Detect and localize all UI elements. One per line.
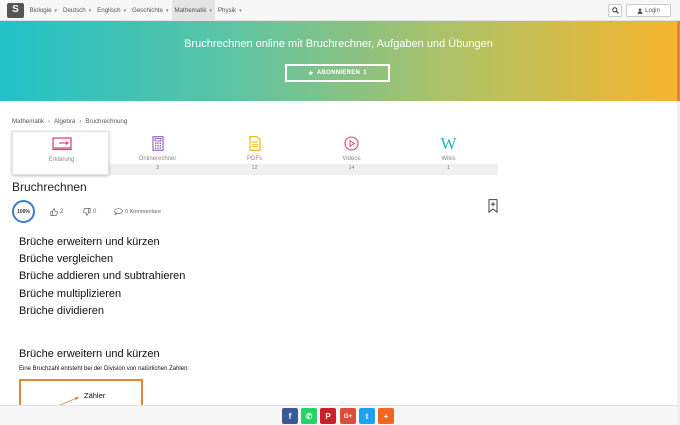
- subscribe-button[interactable]: ★ ABONNIEREN 1: [285, 64, 390, 82]
- page-title: Bruchrechnen: [12, 180, 87, 194]
- nav-item-label: Englisch: [97, 6, 121, 14]
- login-label: Login: [645, 7, 660, 14]
- chevron-right-icon: ›: [47, 118, 50, 125]
- tab-count: 14: [348, 165, 355, 171]
- nav-item-physik[interactable]: Physik ▼: [215, 0, 245, 21]
- document-icon: [206, 134, 303, 152]
- rating-badge: 100%: [12, 200, 35, 223]
- nav-item-englisch[interactable]: Englisch ▼: [95, 0, 130, 21]
- nav-item-label: Geschichte: [132, 6, 163, 14]
- comments-count: 0 Kommentare: [125, 208, 162, 215]
- bookmark-icon: [488, 199, 498, 214]
- user-icon: [637, 7, 643, 14]
- toc-link[interactable]: Brüche vergleichen: [19, 252, 185, 269]
- site-logo[interactable]: S: [7, 2, 24, 18]
- hero-banner: Bruchrechnen online mit Bruchrechner, Au…: [0, 21, 677, 101]
- figure-label: Zähler: [84, 391, 106, 400]
- calculator-icon: [109, 134, 206, 152]
- section-paragraph: Eine Bruchzahl entsteht bei der Division…: [19, 366, 190, 372]
- like-count: 2: [60, 209, 64, 215]
- breadcrumb-item[interactable]: Bruchrechnung: [85, 118, 127, 125]
- twitter-icon: t: [365, 411, 369, 421]
- caret-down-icon: ▼: [53, 7, 58, 13]
- tab-label: Onlinerechner: [138, 156, 177, 162]
- tab-count: 3: [155, 165, 160, 171]
- table-of-contents: Brüche erweitern und kürzen Brüche vergl…: [19, 235, 185, 321]
- share-twitter-button[interactable]: t: [359, 408, 375, 424]
- pinterest-icon: P: [325, 411, 331, 421]
- more-share-icon: +: [383, 411, 389, 421]
- whatsapp-icon: ✆: [305, 411, 313, 421]
- search-button[interactable]: [608, 4, 622, 17]
- tab-onlinerechner[interactable]: Onlinerechner 3: [109, 131, 206, 175]
- nav-item-biologie[interactable]: Biologie ▼: [27, 0, 61, 21]
- content-tabs: Erklärung Onlinerechner 3 PDFs 12 Videos…: [12, 131, 498, 175]
- tab-label: PDFs: [247, 156, 262, 162]
- thumbs-down-icon: [83, 208, 91, 216]
- caret-down-icon: ▼: [122, 7, 128, 13]
- section-heading: Brüche erweitern und kürzen: [19, 348, 160, 360]
- caret-down-icon: ▼: [87, 7, 93, 13]
- tab-count: 12: [251, 165, 258, 171]
- wiki-icon: W: [440, 133, 457, 153]
- breadcrumb: Mathematik › Algebra › Bruchrechnung: [12, 118, 127, 125]
- nav-item-label: Biologie: [29, 6, 52, 14]
- googleplus-icon: G+: [343, 412, 353, 420]
- share-bar: f ✆ P G+ t +: [0, 405, 677, 425]
- dislike-button[interactable]: 0: [83, 208, 96, 216]
- share-more-button[interactable]: +: [378, 408, 394, 424]
- logo-letter: S: [12, 4, 19, 15]
- share-facebook-button[interactable]: f: [282, 408, 298, 424]
- tab-label: Erklärung: [48, 157, 75, 163]
- share-whatsapp-button[interactable]: ✆: [301, 408, 317, 424]
- hero-title: Bruchrechnen online mit Bruchrechner, Au…: [184, 38, 493, 50]
- toc-link[interactable]: Brüche addieren und subtrahieren: [19, 269, 185, 286]
- chevron-right-icon: ›: [79, 118, 82, 125]
- tab-erklaerung[interactable]: Erklärung: [12, 131, 109, 175]
- top-navigation: S Biologie ▼ Deutsch ▼ Englisch ▼ Geschicht…: [0, 0, 680, 21]
- tab-label: Videos: [342, 156, 361, 162]
- nav-item-label: Mathematik: [174, 6, 207, 14]
- thumbs-up-icon: [50, 208, 58, 216]
- like-button[interactable]: 2: [50, 208, 63, 216]
- search-icon: [611, 7, 619, 14]
- play-icon: [303, 134, 400, 152]
- tab-videos[interactable]: Videos 14: [303, 131, 400, 175]
- tab-label: Wikis: [441, 156, 456, 162]
- subscribe-count: 1: [363, 70, 367, 76]
- subscribe-label: ABONNIEREN: [316, 70, 361, 76]
- breadcrumb-item[interactable]: Algebra: [54, 118, 75, 125]
- caret-down-icon: ▼: [208, 7, 213, 13]
- nav-item-label: Physik: [217, 6, 237, 14]
- tab-wikis[interactable]: W Wikis 1: [400, 131, 497, 175]
- bookmark-button[interactable]: [488, 199, 498, 218]
- star-icon: ★: [308, 70, 314, 77]
- share-googleplus-button[interactable]: G+: [340, 408, 356, 424]
- nav-item-mathematik[interactable]: Mathematik ▼: [171, 0, 216, 21]
- share-pinterest-button[interactable]: P: [320, 408, 336, 424]
- caret-down-icon: ▼: [238, 7, 243, 13]
- toc-link[interactable]: Brüche multiplizieren: [19, 287, 185, 304]
- subject-menu: Biologie ▼ Deutsch ▼ Englisch ▼ Geschichte ▼…: [27, 0, 245, 21]
- nav-item-label: Deutsch: [63, 6, 86, 14]
- login-button[interactable]: Login: [626, 4, 671, 17]
- comments-link[interactable]: 0 Kommentare: [114, 208, 161, 215]
- comment-icon: [114, 208, 123, 215]
- rating-value: 100%: [17, 208, 30, 215]
- dislike-count: 0: [93, 209, 97, 215]
- presentation-icon: [13, 135, 110, 153]
- tab-pdfs[interactable]: PDFs 12: [206, 131, 303, 175]
- toc-link[interactable]: Brüche erweitern und kürzen: [19, 235, 185, 252]
- nav-item-geschichte[interactable]: Geschichte ▼: [130, 0, 172, 21]
- tab-count: 1: [446, 165, 451, 171]
- nav-item-deutsch[interactable]: Deutsch ▼: [61, 0, 95, 21]
- toc-link[interactable]: Brüche dividieren: [19, 304, 185, 321]
- breadcrumb-item[interactable]: Mathematik: [12, 118, 44, 125]
- caret-down-icon: ▼: [164, 7, 170, 13]
- facebook-icon: f: [288, 411, 292, 421]
